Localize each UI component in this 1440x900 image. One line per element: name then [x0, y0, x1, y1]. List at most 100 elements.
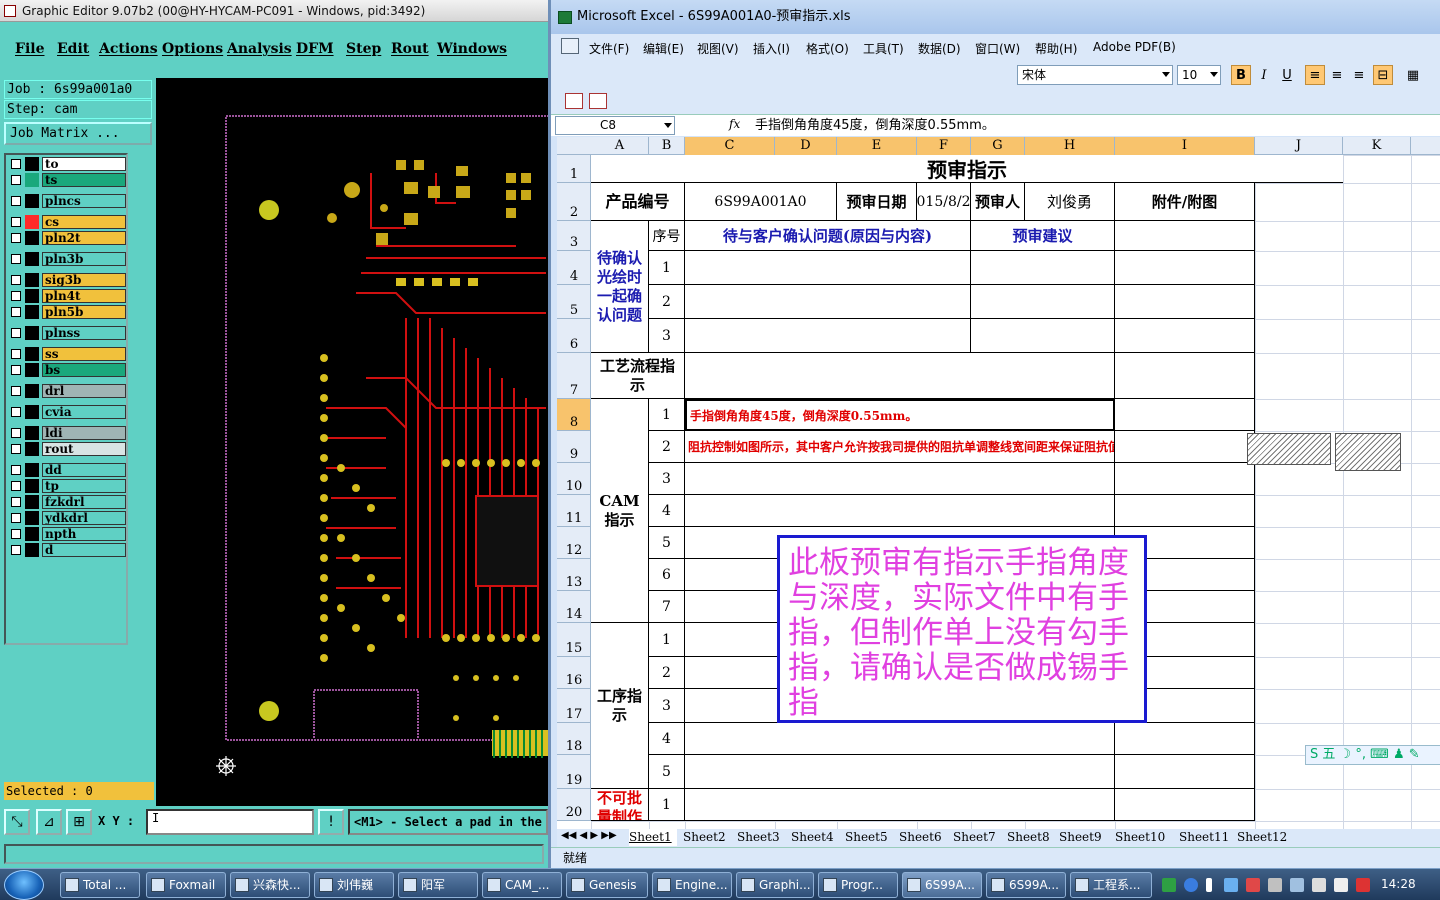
layer-row-npth[interactable]: npth [8, 527, 126, 541]
bold-button[interactable]: B [1231, 65, 1251, 85]
sheet-tab-sheet6[interactable]: Sheet6 [899, 829, 949, 846]
menu-adobe-pdf[interactable]: Adobe PDF(B) [1093, 40, 1176, 54]
reviewer-label-cell[interactable]: 预审人 [971, 183, 1025, 221]
currency-icon[interactable]: ▦ [1403, 65, 1423, 85]
proc-seq-cell[interactable]: 2 [649, 657, 685, 689]
proc-seq-cell[interactable]: 4 [649, 723, 685, 755]
column-header-J[interactable]: J [1255, 137, 1343, 155]
row-header-11[interactable]: 11 [557, 495, 591, 527]
proc-seq-cell[interactable]: 1 [649, 623, 685, 657]
xy-coordinate-input[interactable]: I [146, 809, 314, 835]
confirm-seq-cell[interactable]: 3 [649, 319, 685, 353]
align-right-icon[interactable]: ≡ [1349, 65, 1369, 85]
attachment-cell[interactable] [1115, 353, 1255, 399]
confirm-seq-cell[interactable]: 1 [649, 251, 685, 285]
network-tray-icon[interactable] [1224, 878, 1238, 892]
clock[interactable]: 14:28 [1381, 877, 1416, 891]
sheet-nav-arrows-icon[interactable]: ◀◀ ◀ ▶ ▶▶ [561, 830, 617, 841]
taskbar-item[interactable]: 6S99A... [986, 872, 1066, 898]
cam-instruction-cell[interactable] [685, 495, 1115, 527]
row-header-6[interactable]: 6 [557, 319, 591, 353]
layer-checkbox[interactable] [11, 407, 21, 417]
layer-checkbox[interactable] [11, 444, 21, 454]
taskbar-item[interactable]: CAM_... [482, 872, 562, 898]
cam-seq-cell[interactable]: 1 [649, 399, 685, 431]
layer-checkbox[interactable] [11, 428, 21, 438]
cam-instruction-cell[interactable]: 阻抗控制如图所示，其中客户允许按我司提供的阻抗单调整线宽间距来保证阻抗值。 [685, 431, 1115, 463]
layer-row-tp[interactable]: tp [8, 479, 126, 493]
pdf-email-icon[interactable] [589, 93, 607, 109]
taskbar-item[interactable]: Progr... [818, 872, 898, 898]
cam-seq-cell[interactable]: 6 [649, 559, 685, 591]
suggestion-cell[interactable] [971, 251, 1115, 285]
help-tray-icon[interactable] [1184, 878, 1198, 892]
sheet-title[interactable]: 预审指示 [591, 155, 1343, 183]
sequence-label-cell[interactable]: 序号 [649, 221, 685, 251]
sheet-tab-sheet8[interactable]: Sheet8 [1007, 829, 1055, 846]
suggest-header-cell[interactable]: 预审建议 [971, 221, 1115, 251]
layer-checkbox[interactable] [11, 529, 21, 539]
taskbar-item[interactable]: 工程系... [1070, 872, 1152, 898]
taskbar-item[interactable]: Genesis [566, 872, 648, 898]
layer-row-ldi[interactable]: ldi [8, 426, 126, 440]
layer-checkbox[interactable] [11, 386, 21, 396]
column-header-G[interactable]: G [971, 137, 1025, 155]
attachment-cell[interactable] [1115, 463, 1255, 495]
layer-checkbox[interactable] [11, 545, 21, 555]
cam-label-cell[interactable]: CAM指示 [591, 399, 649, 623]
layer-checkbox[interactable] [11, 328, 21, 338]
layer-row-pln4t[interactable]: pln4t [8, 289, 126, 303]
flag-icon[interactable] [1356, 878, 1370, 892]
sheet-tab-sheet10[interactable]: Sheet10 [1115, 829, 1175, 846]
cam-seq-cell[interactable]: 3 [649, 463, 685, 495]
forbid-label-cell[interactable]: 不可批量制作 [591, 789, 649, 821]
column-header-C[interactable]: C [685, 137, 775, 155]
sheet-tab-sheet4[interactable]: Sheet4 [791, 829, 841, 846]
layer-checkbox[interactable] [11, 175, 21, 185]
taskbar-item[interactable]: 阳军 [398, 872, 478, 898]
menu-edit[interactable]: Edit [57, 41, 89, 57]
layer-checkbox[interactable] [11, 196, 21, 206]
row-header-17[interactable]: 17 [557, 689, 591, 723]
taskbar-item[interactable]: Total ... [60, 872, 140, 898]
pdf-convert-icon[interactable] [565, 93, 583, 109]
attachment-cell[interactable] [1115, 495, 1255, 527]
attachment-cell[interactable] [1115, 755, 1255, 789]
menu-step[interactable]: Step [346, 41, 381, 57]
fx-icon[interactable]: fx [729, 117, 740, 131]
forbid-seq-cell[interactable]: 1 [649, 789, 685, 821]
row-header-3[interactable]: 3 [557, 221, 591, 251]
sheet-tab-sheet5[interactable]: Sheet5 [845, 829, 895, 846]
display-tray-icon[interactable] [1290, 878, 1304, 892]
row-header-16[interactable]: 16 [557, 657, 591, 689]
cam-seq-cell[interactable]: 7 [649, 591, 685, 623]
row-header-5[interactable]: 5 [557, 285, 591, 319]
layer-row-drl[interactable]: drl [8, 384, 126, 398]
layer-row-plncs[interactable]: plncs [8, 194, 126, 208]
row-header-15[interactable]: 15 [557, 623, 591, 657]
name-box[interactable]: C8 [555, 116, 675, 135]
taskbar-item[interactable]: 6S99A... [902, 872, 982, 898]
cam-instruction-cell[interactable] [685, 463, 1115, 495]
layer-row-pln2t[interactable]: pln2t [8, 231, 126, 245]
sogou-tray-icon[interactable] [1162, 878, 1176, 892]
attachment-image-2[interactable] [1335, 433, 1401, 471]
layer-checkbox[interactable] [11, 159, 21, 169]
layer-checkbox[interactable] [11, 349, 21, 359]
sheet-tab-sheet12[interactable]: Sheet12 [1237, 829, 1295, 846]
attachment-cell[interactable] [1115, 285, 1255, 319]
layer-checkbox[interactable] [11, 233, 21, 243]
sheet-tab-sheet2[interactable]: Sheet2 [683, 829, 733, 846]
menu-format[interactable]: 格式(O) [806, 40, 849, 57]
menu-file[interactable]: File [15, 41, 44, 57]
column-header-H[interactable]: H [1025, 137, 1115, 155]
menu-dfm[interactable]: DFM [296, 41, 334, 57]
underline-button[interactable]: U [1277, 65, 1297, 85]
layer-checkbox[interactable] [11, 481, 21, 491]
layer-checkbox[interactable] [11, 497, 21, 507]
menu-help[interactable]: 帮助(H) [1035, 40, 1077, 57]
row-header-4[interactable]: 4 [557, 251, 591, 285]
row-header-18[interactable]: 18 [557, 723, 591, 755]
pen-tray-icon[interactable] [1206, 878, 1212, 892]
attachment-image-1[interactable] [1247, 433, 1331, 465]
